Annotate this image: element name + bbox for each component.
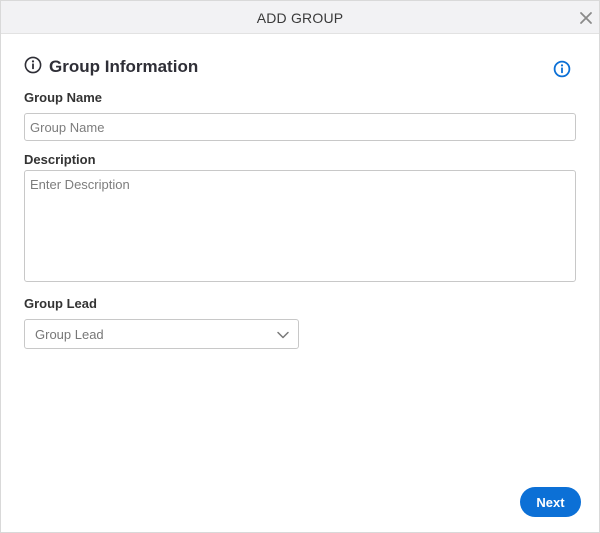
group-lead-selected: Group Lead [35,327,104,342]
group-name-input[interactable] [24,113,576,141]
info-circle-icon[interactable] [553,60,571,78]
chevron-down-icon [276,328,290,342]
next-button[interactable]: Next [520,487,581,517]
dialog-titlebar: ADD GROUP [1,1,599,34]
section-header: Group Information [24,56,198,78]
group-lead-label: Group Lead [24,296,97,311]
close-icon[interactable] [577,9,595,27]
group-name-label: Group Name [24,90,103,105]
description-textarea[interactable] [24,170,576,282]
info-outline-icon [24,56,42,79]
dialog-title: ADD GROUP [256,10,344,26]
group-lead-select[interactable]: Group Lead [24,319,299,349]
description-label: Description [24,152,96,167]
section-title: Group Information [49,57,199,76]
add-group-dialog: ADD GROUP Group Information Group Name D… [0,0,600,533]
